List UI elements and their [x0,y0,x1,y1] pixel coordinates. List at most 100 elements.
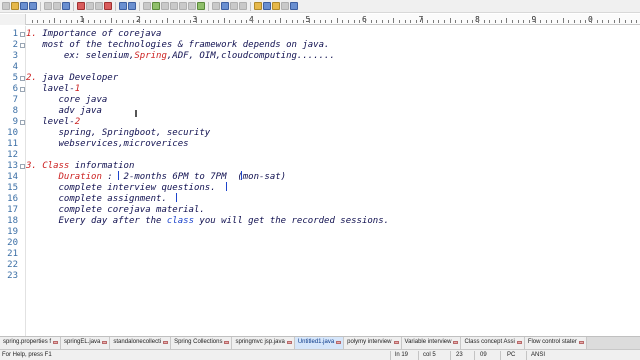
fold-toggle-icon[interactable] [20,32,25,37]
line-9[interactable]: level-2 [26,117,80,128]
help-icon[interactable] [290,2,298,10]
tab-close-icon[interactable] [224,341,230,344]
text-editor-area[interactable]: 1. Importance of corejava most of the te… [26,26,640,336]
tab-close-icon[interactable] [578,341,584,344]
ruler-tick [246,20,248,23]
status-divider [390,351,391,360]
format-icon[interactable] [221,2,229,10]
ftp-icon[interactable] [254,2,262,10]
tab-document[interactable]: Class concept Assi [461,337,525,349]
status-divider [418,351,419,360]
ruler-tick [88,20,90,23]
ruler-tick [410,20,412,23]
save-all-icon[interactable] [29,2,37,10]
ruler-tick [376,20,378,23]
tab-close-icon[interactable] [516,341,522,344]
print-icon[interactable] [44,2,52,10]
line-number: 15 [7,183,18,193]
tab-document[interactable]: standalonecollecti [110,337,172,349]
ruler-tick [613,20,615,23]
ruler-tick [122,20,124,23]
bookmark-icon[interactable] [272,2,280,10]
compare-icon[interactable] [263,2,271,10]
undo-icon[interactable] [119,2,127,10]
toolbar-separator [115,1,116,11]
font-icon[interactable] [212,2,220,10]
fold-toggle-icon[interactable] [20,87,25,92]
ruler-tick [387,20,389,23]
tab-close-icon[interactable] [336,341,342,344]
tab-document[interactable]: Variable interview [401,337,462,349]
bold-icon[interactable] [143,2,151,10]
status-line: ln 19 [395,352,409,358]
line-number: 17 [7,205,18,215]
cut-icon[interactable] [77,2,85,10]
print-preview-icon[interactable] [53,2,61,10]
redo-icon[interactable] [128,2,136,10]
line-15[interactable]: complete interview questions. [26,183,216,194]
settings-icon[interactable] [281,2,289,10]
ruler-tick [602,20,604,23]
ruler-tick [596,20,598,23]
document-tab-bar: spring.properties f springEL.java standalo… [0,336,640,349]
copy-icon[interactable] [86,2,94,10]
outdent-icon[interactable] [170,2,178,10]
indent-icon[interactable] [161,2,169,10]
line-5[interactable]: 2. java Developer [26,73,118,84]
fold-toggle-icon[interactable] [20,164,25,169]
line-number: 9 [12,117,18,127]
tab-document[interactable]: polymy interview [344,337,402,349]
status-value-1: 23 [456,352,463,358]
highlight-marker [118,171,119,180]
save-icon[interactable] [20,2,28,10]
ruler-tick [331,20,333,23]
line-11[interactable]: webservices,microverices [26,139,189,150]
line-14[interactable]: Duration : 2-months 6PM to 7PM (mon-sat) [26,172,287,183]
macro-icon[interactable] [239,2,247,10]
new-file-icon[interactable] [2,2,10,10]
tab-close-icon[interactable] [453,341,459,344]
find-icon[interactable] [62,2,70,10]
ruler-tick [511,20,513,23]
tab-active-document[interactable]: Untitled1.java [294,337,345,349]
fold-toggle-icon[interactable] [20,120,25,125]
tab-document[interactable]: springEL.java [61,337,111,349]
line-10[interactable]: spring, Springboot, security [26,128,211,139]
column-icon[interactable] [230,2,238,10]
lowercase-icon[interactable] [188,2,196,10]
tab-close-icon[interactable] [163,341,169,344]
ruler-tick [404,20,406,23]
line-2[interactable]: most of the technologies & framework dep… [26,40,329,51]
fold-toggle-icon[interactable] [20,43,25,48]
toolbar-separator [208,1,209,11]
tab-close-icon[interactable] [286,341,292,344]
paste-icon[interactable] [95,2,103,10]
tab-close-icon[interactable] [393,341,399,344]
line-17[interactable]: complete corejava material. [26,205,205,216]
ruler-tick [427,20,429,23]
line-16[interactable]: complete assignment. [26,194,167,205]
word-wrap-icon[interactable] [152,2,160,10]
ruler-tick [252,18,253,23]
ruler-tick [636,20,638,23]
line-7[interactable]: core java [26,95,108,106]
open-file-icon[interactable] [11,2,19,10]
line-1[interactable]: 1. Importance of corejava [26,29,161,40]
tab-document[interactable]: springmvc jsp.java [232,337,295,349]
fold-toggle-icon[interactable] [20,76,25,81]
status-encoding: ANSI [531,352,546,358]
ruler-tick [235,20,237,23]
line-3[interactable]: ex: selenium,Spring,ADF, OIM,cloudcomput… [26,51,335,62]
tab-document[interactable]: Flow control stater [524,337,587,349]
line-6[interactable]: lavel-1 [26,84,80,95]
line-8[interactable]: adv java [26,106,102,117]
tab-document[interactable]: spring.properties f [0,337,62,349]
spell-check-icon[interactable] [197,2,205,10]
tab-document[interactable]: Spring Collections [171,337,233,349]
uppercase-icon[interactable] [179,2,187,10]
line-number: 19 [7,227,18,237]
delete-icon[interactable] [104,2,112,10]
tab-close-icon[interactable] [102,341,108,344]
line-18[interactable]: Every day after the class you will get t… [26,216,390,227]
tab-close-icon[interactable] [53,341,59,344]
